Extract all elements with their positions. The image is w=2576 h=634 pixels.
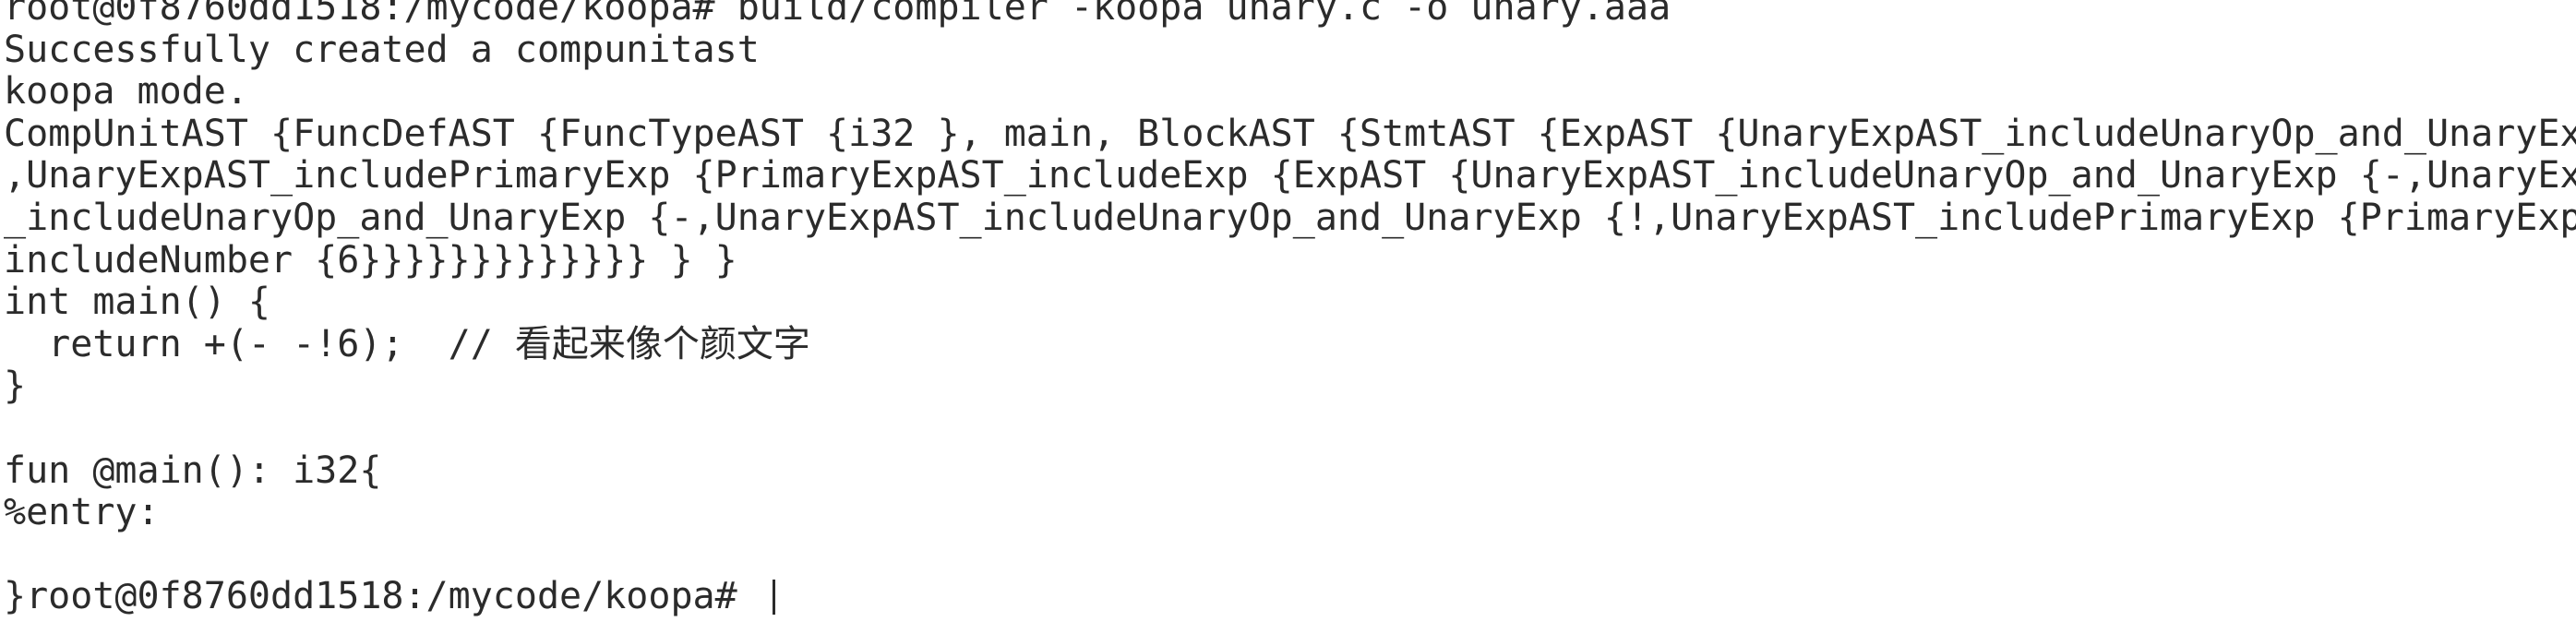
shell-prompt: }root@0f8760dd1518:/mycode/koopa# <box>4 576 760 618</box>
terminal-line: %entry: <box>4 492 160 534</box>
terminal-line: ,UnaryExpAST_includePrimaryExp {PrimaryE… <box>4 155 2576 197</box>
terminal-line: koopa mode. <box>4 71 248 114</box>
terminal-line: CompUnitAST {FuncDefAST {FuncTypeAST {i3… <box>4 113 2576 155</box>
terminal-line: } <box>4 365 27 408</box>
terminal-line: Successfully created a compunitast <box>4 29 760 71</box>
terminal-window[interactable]: root@0f8760dd1518:/mycode/koopa# build/c… <box>0 0 2576 621</box>
terminal-line: fun @main(): i32{ <box>4 449 382 492</box>
text-cursor <box>772 580 775 616</box>
terminal-line: includeNumber {6}}}}}}}}}}}}} } } <box>4 239 737 281</box>
terminal-line: return +(- -!6); // 看起来像个颜文字 <box>4 323 810 365</box>
terminal-prompt-line[interactable]: }root@0f8760dd1518:/mycode/koopa# <box>4 576 2576 618</box>
terminal-line: int main() { <box>4 281 270 324</box>
terminal-line: root@0f8760dd1518:/mycode/koopa# build/c… <box>4 0 1671 29</box>
terminal-line: _includeUnaryOp_and_UnaryExp {-,UnaryExp… <box>4 197 2576 239</box>
